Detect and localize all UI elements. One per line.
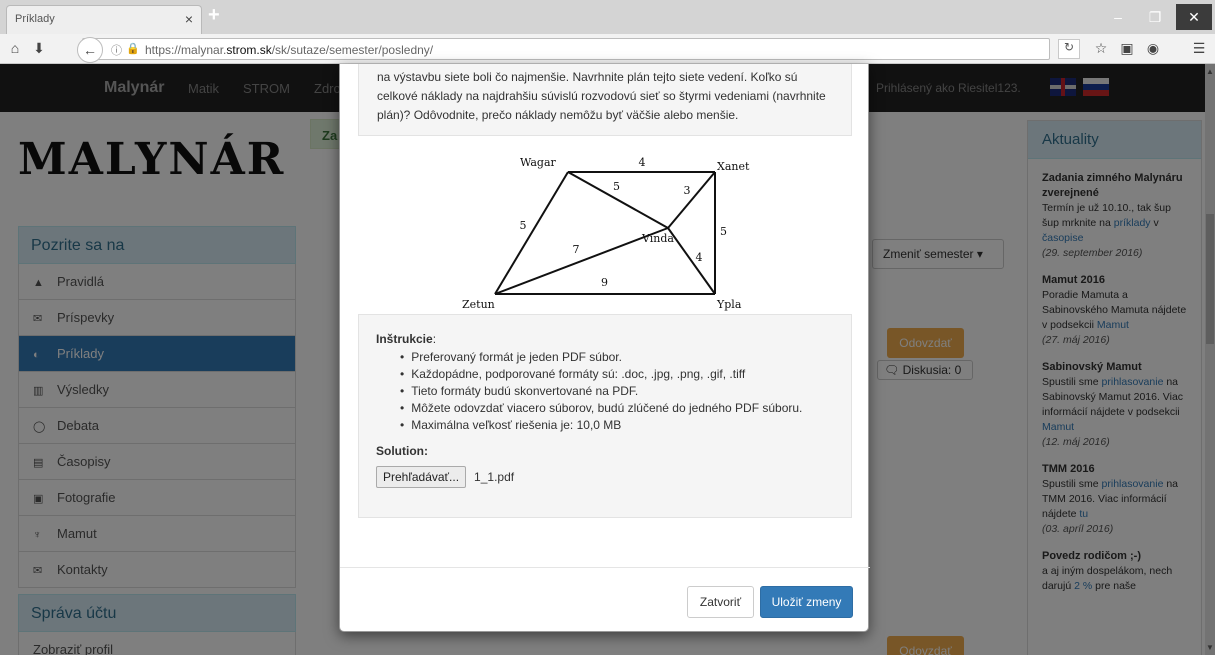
selected-file-name: 1_1.pdf [474, 470, 515, 484]
pocket-icon[interactable]: ◉ [1144, 40, 1162, 57]
new-tab-button[interactable]: + [208, 4, 220, 26]
back-icon[interactable]: ← [77, 37, 103, 63]
close-button[interactable]: Zatvoriť [687, 586, 754, 618]
url-text[interactable]: https://malynar.strom.sk/sk/sutaze/semes… [145, 43, 433, 57]
browser-tab-bar: Príklady × + – ❐ ✕ [0, 0, 1215, 34]
browse-button[interactable]: Prehľadávať... [376, 466, 467, 488]
instruction-item: Preferovaný formát je jeden PDF súbor. [400, 349, 834, 366]
instructions-box: Inštrukcie: Preferovaný formát je jeden … [358, 314, 852, 518]
lock-icon: 🔒 [126, 43, 140, 55]
bookmark-star-icon[interactable]: ☆ [1092, 40, 1110, 57]
network-diagram: 4 5 3 5 5 7 4 9 Wagar Xanet Vinda Zetun Ypla [462, 156, 750, 311]
solution-label: Solution: [376, 444, 428, 458]
node-label-vinda: Vinda [641, 232, 674, 245]
edge-weight: 5 [613, 180, 620, 193]
edge-weight: 4 [696, 251, 703, 264]
instructions-list: Preferovaný formát je jeden PDF súbor. K… [376, 349, 834, 434]
maximize-button[interactable]: ❐ [1137, 4, 1173, 30]
info-icon[interactable]: ⓘ [111, 42, 122, 58]
edge-weight: 4 [639, 156, 646, 169]
modal-footer: Zatvoriť Uložiť zmeny [340, 567, 870, 632]
edge-weight: 5 [520, 219, 527, 232]
instruction-item: Môžete odovzdať viacero súborov, budú zl… [400, 400, 834, 417]
instruction-item: Každopádne, podporované formáty sú: .doc… [400, 366, 834, 383]
edge-weight: 9 [601, 276, 608, 289]
save-button[interactable]: Uložiť zmeny [760, 586, 853, 618]
tab-title: Príklady [15, 13, 55, 25]
edge-wagar-zetun [494, 171, 569, 295]
close-window-button[interactable]: ✕ [1176, 4, 1212, 30]
edge-vinda-ypla [667, 227, 716, 295]
instructions-heading: Inštrukcie: [376, 332, 437, 346]
tab-close-icon[interactable]: × [185, 11, 193, 27]
browser-tab[interactable]: Príklady × [6, 5, 202, 34]
edge-xanet-vinda [667, 171, 716, 229]
minimize-button[interactable]: – [1100, 4, 1136, 30]
submission-modal: na výstavbu siete boli čo najmenšie. Nav… [339, 64, 870, 632]
node-label-zetun: Zetun [462, 298, 495, 311]
instruction-item: Maximálna veľkosť riešenia je: 10,0 MB [400, 417, 834, 434]
browser-toolbar: ⌂ ⬇ ← ⓘ 🔒 https://malynar.strom.sk/sk/su… [0, 34, 1215, 64]
instruction-item: Tieto formáty budú skonvertované na PDF. [400, 383, 834, 400]
reload-icon[interactable]: ↻ [1058, 39, 1080, 59]
menu-icon[interactable]: ☰ [1190, 40, 1208, 57]
node-label-wagar: Wagar [520, 156, 557, 169]
address-bar[interactable]: ← ⓘ 🔒 https://malynar.strom.sk/sk/sutaze… [77, 37, 1050, 63]
node-label-xanet: Xanet [717, 160, 750, 173]
task-text: na výstavbu siete boli čo najmenšie. Nav… [358, 64, 852, 136]
edge-weight: 7 [573, 243, 580, 256]
download-icon[interactable]: ⬇ [30, 40, 48, 57]
file-input[interactable]: Prehľadávať... 1_1.pdf [376, 466, 834, 488]
edge-weight: 5 [720, 225, 727, 238]
reading-list-icon[interactable]: ▣ [1118, 40, 1136, 57]
home-icon[interactable]: ⌂ [6, 40, 24, 56]
edge-weight: 3 [684, 184, 691, 197]
node-label-ypla: Ypla [716, 298, 742, 311]
